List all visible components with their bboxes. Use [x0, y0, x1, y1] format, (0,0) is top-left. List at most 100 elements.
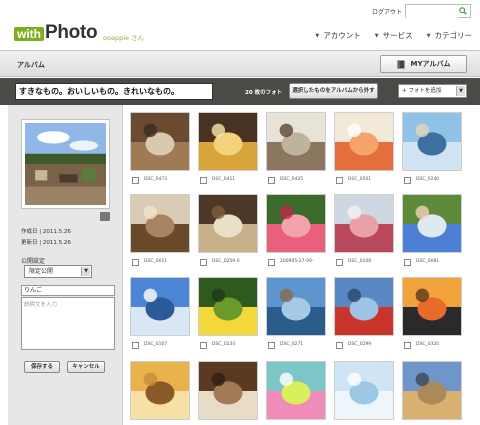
photo-image: [199, 113, 257, 170]
photo-caption: DSC_0108: [348, 259, 372, 264]
chevron-down-icon: ▼: [374, 32, 379, 39]
photo-image: [199, 195, 257, 252]
cover-image: [25, 123, 106, 205]
photo-thumbnail[interactable]: [266, 112, 326, 171]
user-label[interactable]: ooapple さん: [103, 32, 144, 42]
chevron-down-icon: ▼: [456, 86, 465, 96]
logo-with: with: [14, 27, 44, 41]
photo-image: [403, 113, 461, 170]
photo-image: [199, 278, 257, 335]
album-info-panel: 作成日 | 2011.5.26 更新日 | 2011.5.26 公開設定 限定公…: [8, 105, 123, 425]
album-book-icon: [397, 60, 405, 68]
photo-image: [267, 362, 325, 419]
tag-icon[interactable]: [100, 212, 110, 221]
created-date: 作成日 | 2011.5.26: [21, 229, 71, 235]
photo-checkbox[interactable]: [200, 259, 207, 266]
photo-caption: DSC_0320: [416, 342, 440, 347]
remove-selected-button[interactable]: 選択したものをアルバムから外す: [289, 83, 378, 99]
photo-image: [131, 362, 189, 419]
photo-checkbox[interactable]: [268, 259, 275, 266]
search-box[interactable]: [405, 4, 471, 25]
photo-checkbox[interactable]: [268, 177, 275, 184]
chevron-down-icon: ▼: [315, 32, 320, 39]
photo-grid: DSC_0473 DSC_0411 DSC_0425 DSC_0501 DSC_0240…: [124, 105, 480, 425]
photo-checkbox[interactable]: [132, 177, 139, 184]
photo-thumbnail[interactable]: [130, 277, 190, 336]
add-photo-select[interactable]: + フォトを追加 ▼: [398, 84, 467, 98]
photo-image: [335, 113, 393, 170]
nav-item-category[interactable]: ▼ カテゴリー: [427, 30, 472, 41]
photo-checkbox[interactable]: [132, 342, 139, 349]
photo-thumbnail[interactable]: [334, 277, 394, 336]
photo-thumbnail[interactable]: [130, 361, 190, 420]
photo-thumbnail[interactable]: [402, 112, 462, 171]
album-name-field[interactable]: すきなもの。おいしいもの。きれいなもの。: [15, 83, 213, 100]
album-title-band: すきなもの。おいしいもの。きれいなもの。 20 枚のフォト 選択したものをアルバ…: [0, 78, 480, 105]
photo-thumbnail[interactable]: [198, 361, 258, 420]
photo-image: [131, 278, 189, 335]
cancel-button[interactable]: キャンセル: [67, 361, 105, 373]
my-album-button[interactable]: MYアルバム: [380, 55, 467, 73]
nav-item-label: アカウント: [323, 31, 361, 40]
nav-item-label: サービス: [382, 31, 413, 40]
photo-image: [403, 362, 461, 419]
photo-thumbnail[interactable]: [402, 277, 462, 336]
photo-caption: DSC_0271: [280, 342, 304, 347]
logout-link[interactable]: ログアウト: [372, 7, 402, 16]
album-cover[interactable]: [21, 119, 110, 209]
chevron-down-icon: ▼: [81, 267, 90, 276]
photo-image: [403, 278, 461, 335]
chevron-down-icon: ▼: [426, 32, 431, 39]
photo-image: [267, 278, 325, 335]
photo-caption: DSC_0259-0: [212, 259, 240, 264]
photo-checkbox[interactable]: [336, 259, 343, 266]
photo-image: [403, 195, 461, 252]
photo-checkbox[interactable]: [132, 259, 139, 266]
photo-thumbnail[interactable]: [334, 194, 394, 253]
photo-thumbnail[interactable]: [266, 277, 326, 336]
photo-thumbnail[interactable]: [334, 112, 394, 171]
photo-thumbnail[interactable]: [402, 361, 462, 420]
photo-caption: DSC_0081: [416, 259, 440, 264]
nav-item-account[interactable]: ▼ アカウント: [315, 30, 360, 41]
photo-image: [335, 362, 393, 419]
photo-caption: DSC_0501: [348, 177, 372, 182]
photo-checkbox[interactable]: [404, 342, 411, 349]
photo-checkbox[interactable]: [336, 342, 343, 349]
main-nav: ▼ アカウント ▼ サービス ▼ カテゴリー: [315, 30, 472, 41]
photo-thumbnail[interactable]: [198, 277, 258, 336]
photo-checkbox[interactable]: [200, 342, 207, 349]
photo-checkbox[interactable]: [336, 177, 343, 184]
album-bar: アルバム MYアルバム: [0, 50, 480, 77]
photo-checkbox[interactable]: [404, 259, 411, 266]
photo-count: 20 枚のフォト: [245, 90, 283, 96]
photo-caption: DSC_0425: [280, 177, 304, 182]
photo-thumbnail[interactable]: [266, 361, 326, 420]
photo-caption: DSC_0107: [144, 342, 168, 347]
photo-thumbnail[interactable]: [266, 194, 326, 253]
photo-caption: DSC_0473: [144, 177, 168, 182]
photo-caption: DSC_0011: [144, 259, 168, 264]
nav-item-service[interactable]: ▼ サービス: [375, 30, 413, 41]
photo-image: [131, 113, 189, 170]
add-photo-label: + フォトを追加: [402, 88, 442, 94]
description-textarea[interactable]: 説明文を入力: [21, 297, 115, 350]
tag-input[interactable]: りんご: [21, 285, 115, 296]
photo-checkbox[interactable]: [404, 177, 411, 184]
photo-thumbnail[interactable]: [130, 194, 190, 253]
search-input[interactable]: [406, 13, 458, 25]
photo-checkbox[interactable]: [200, 177, 207, 184]
photo-checkbox[interactable]: [268, 342, 275, 349]
photo-thumbnail[interactable]: [402, 194, 462, 253]
section-title: アルバム: [17, 61, 45, 69]
photo-thumbnail[interactable]: [198, 194, 258, 253]
photo-thumbnail[interactable]: [334, 361, 394, 420]
photo-image: [199, 362, 257, 419]
save-button[interactable]: 保存する: [24, 361, 60, 373]
my-album-label: MYアルバム: [410, 60, 451, 68]
visibility-select[interactable]: 限定公開 ▼: [24, 265, 92, 278]
nav-item-label: カテゴリー: [434, 31, 473, 40]
search-icon[interactable]: [459, 7, 467, 15]
photo-thumbnail[interactable]: [198, 112, 258, 171]
photo-thumbnail[interactable]: [130, 112, 190, 171]
